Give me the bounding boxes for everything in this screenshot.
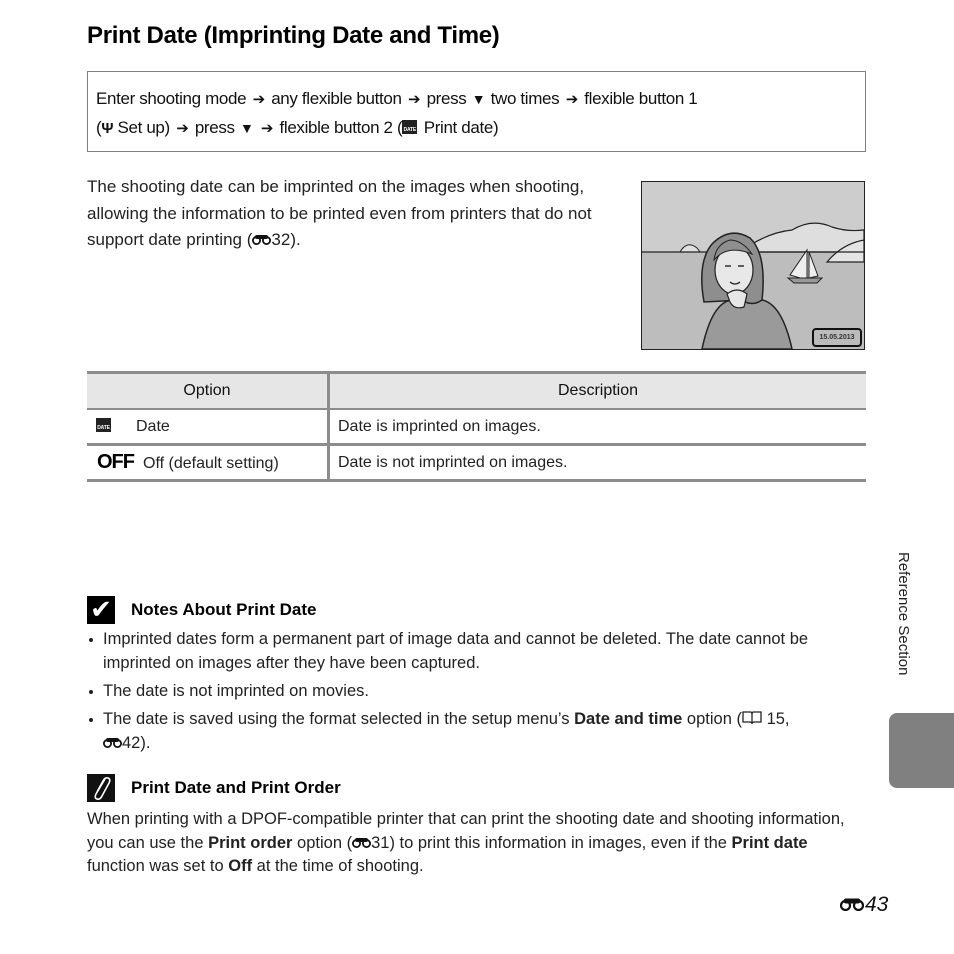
- reference-page-link[interactable]: 42: [122, 734, 140, 752]
- sample-photo-illustration: 15.05.2013: [641, 181, 865, 350]
- reference-page-link[interactable]: 15,: [767, 710, 790, 728]
- reference-page-link[interactable]: 31: [371, 834, 389, 852]
- column-header-option: Option: [87, 371, 330, 410]
- column-header-description: Description: [328, 371, 866, 410]
- arrow-right-icon: ➔: [252, 91, 266, 108]
- path-step: Enter shooting mode: [96, 89, 247, 108]
- description-cell: Date is imprinted on images.: [328, 409, 866, 446]
- table-header-row: Option Description: [87, 371, 866, 410]
- menu-path-box: Enter shooting mode ➔ any flexible butto…: [87, 71, 866, 152]
- path-step: Set up): [117, 118, 170, 137]
- off-icon: OFF: [97, 451, 135, 473]
- notes-list: Imprinted dates form a permanent part of…: [87, 627, 867, 755]
- list-item: Imprinted dates form a permanent part of…: [87, 627, 867, 675]
- option-cell: OFF Off (default setting): [87, 444, 330, 482]
- book-icon: [742, 710, 762, 728]
- path-step: press: [426, 89, 467, 108]
- checkmark-icon: ✔: [87, 595, 115, 625]
- section-tab-label: Reference Section: [895, 552, 912, 676]
- path-step: flexible button 2 (: [279, 118, 403, 137]
- path-step: flexible button 1: [584, 89, 698, 108]
- reference-binoculars-icon: [252, 227, 272, 245]
- date-stamp: 15.05.2013: [812, 328, 862, 347]
- page-number: 43: [839, 893, 888, 917]
- menu-path-line-2: (Ψ Set up) ➔ press ▼ ➔ flexible button 2…: [96, 114, 865, 143]
- arrow-right-icon: ➔: [260, 120, 274, 137]
- path-step: press: [194, 118, 235, 137]
- path-step: Print date): [423, 118, 499, 137]
- notes-heading: Notes About Print Date: [131, 600, 317, 619]
- print-order-section: Print Date and Print Order When printing…: [87, 774, 869, 879]
- intro-paragraph: The shooting date can be imprinted on th…: [87, 177, 592, 249]
- description-cell: Date is not imprinted on images.: [328, 444, 866, 482]
- page-title: Print Date (Imprinting Date and Time): [87, 22, 500, 49]
- down-triangle-icon: ▼: [240, 120, 254, 136]
- path-step: two times: [490, 89, 560, 108]
- arrow-right-icon: ➔: [407, 91, 421, 108]
- list-item: The date is saved using the format selec…: [87, 707, 867, 755]
- arrow-right-icon: ➔: [176, 120, 189, 137]
- print-order-paragraph: When printing with a DPOF-compatible pri…: [87, 810, 845, 875]
- option-cell: DATE Date: [87, 409, 330, 446]
- path-step: any flexible button: [271, 89, 402, 108]
- down-triangle-icon: ▼: [471, 91, 486, 107]
- option-label: Off (default setting): [143, 455, 279, 472]
- notes-section: ✔ Notes About Print Date Imprinted dates…: [87, 595, 867, 759]
- table-row: DATE Date Date is imprinted on images.: [87, 409, 866, 446]
- paperclip-icon: [87, 774, 115, 802]
- wrench-icon: Ψ: [101, 120, 114, 137]
- date-icon: DATE: [96, 417, 111, 432]
- binoculars-icon: [839, 893, 865, 917]
- print-order-heading: Print Date and Print Order: [131, 778, 341, 797]
- reference-page-link[interactable]: 32: [271, 230, 290, 249]
- options-table: Option Description DATE Date Date is impr…: [87, 371, 866, 482]
- print-date-icon: DATE: [402, 120, 418, 134]
- section-tab[interactable]: [889, 713, 954, 788]
- arrow-right-icon: ➔: [565, 91, 579, 108]
- list-item: The date is not imprinted on movies.: [87, 679, 867, 703]
- menu-path-line-1: Enter shooting mode ➔ any flexible butto…: [96, 85, 865, 114]
- reference-binoculars-icon: [103, 731, 122, 748]
- table-row: OFF Off (default setting) Date is not imp…: [87, 444, 866, 482]
- woman-by-lake-illustration: [642, 182, 864, 349]
- option-label: Date: [136, 417, 170, 435]
- reference-binoculars-icon: [352, 832, 372, 848]
